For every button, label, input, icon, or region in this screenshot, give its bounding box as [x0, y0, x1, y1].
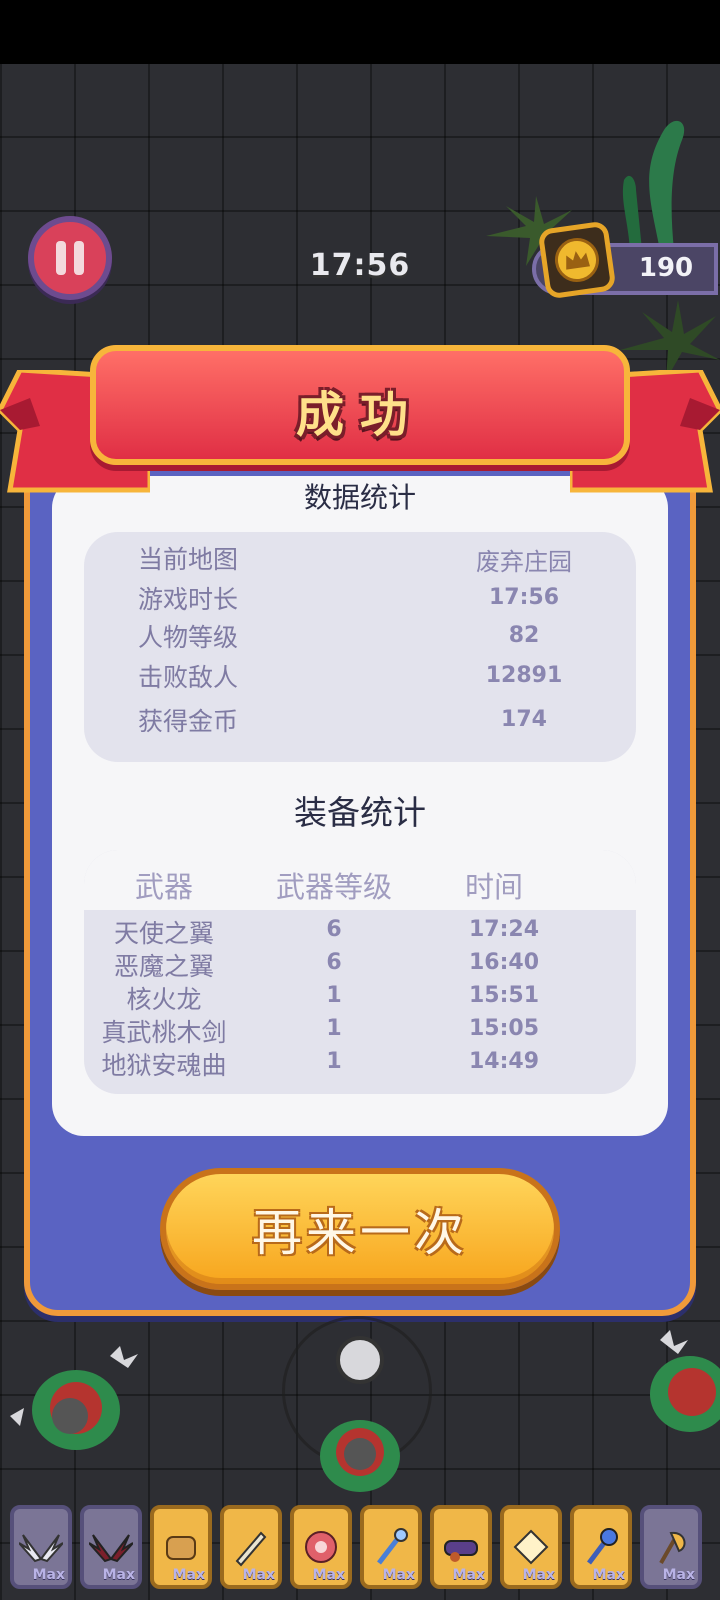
- pause-icon: [56, 241, 66, 275]
- player-character: [320, 1420, 400, 1492]
- stats-value: 17:56: [488, 585, 560, 610]
- plant-decoration: [622, 120, 685, 250]
- table-row: 天使之翼 6 17:24: [84, 914, 636, 948]
- weapon-time: 16:40: [468, 950, 540, 975]
- crown-coin-icon: [537, 220, 617, 300]
- weapon-name: 天使之翼: [113, 919, 214, 948]
- stats-label: 人物等级: [138, 623, 239, 652]
- axe-icon: [659, 1531, 686, 1564]
- pause-button[interactable]: [28, 216, 112, 300]
- stats-label: 游戏时长: [138, 585, 239, 614]
- requiem-disc-icon: [305, 1531, 337, 1563]
- staff-icon: [377, 1528, 408, 1565]
- stats-value: 174: [501, 707, 547, 732]
- header-weapon-level: 武器等级: [275, 870, 392, 904]
- fire-dragon-icon: [166, 1536, 196, 1560]
- stats-value: 12891: [485, 663, 563, 688]
- weapon-level: 1: [326, 1049, 342, 1074]
- status-bar: [0, 0, 720, 64]
- weapon-name: 真武桃木剑: [101, 1018, 227, 1047]
- enemy-character: [10, 1346, 138, 1450]
- table-row: 恶魔之翼 6 16:40: [84, 947, 636, 981]
- header-weapon: 武器: [134, 870, 193, 904]
- stats-row: 获得金币 174: [84, 702, 636, 742]
- item-slot[interactable]: Max: [360, 1505, 422, 1589]
- item-slot[interactable]: Max: [570, 1505, 632, 1589]
- angel-wings-icon: [19, 1534, 63, 1563]
- item-slot[interactable]: Max: [150, 1505, 212, 1589]
- stats-row: 人物等级 82: [84, 618, 636, 658]
- stats-row: 击败敌人 12891: [84, 658, 636, 698]
- stats-row: 当前地图 废弃庄园: [84, 540, 636, 580]
- table-row: 地狱安魂曲 1 14:49: [84, 1046, 636, 1080]
- weapon-time: 17:24: [468, 917, 540, 942]
- stats-label: 当前地图: [138, 545, 239, 574]
- weapon-name: 地狱安魂曲: [101, 1051, 227, 1080]
- stats-row: 游戏时长 17:56: [84, 580, 636, 620]
- item-slot[interactable]: Max: [10, 1505, 72, 1589]
- weapon-time: 14:49: [468, 1049, 540, 1074]
- weapon-name: 恶魔之翼: [113, 952, 214, 981]
- game-timer: 17:56: [309, 248, 411, 283]
- cannon-icon: [444, 1540, 478, 1562]
- stats-table: 当前地图 废弃庄园 游戏时长 17:56 人物等级 82 击败敌人 12891 …: [84, 532, 636, 762]
- weapon-time: 15:05: [468, 1016, 540, 1041]
- weapon-name: 核火龙: [126, 985, 202, 1014]
- leaf-decoration: [620, 300, 720, 380]
- weapon-time: 15:51: [468, 983, 540, 1008]
- stats-label: 获得金币: [138, 707, 239, 736]
- item-slot[interactable]: Max: [290, 1505, 352, 1589]
- item-slot[interactable]: Max: [80, 1505, 142, 1589]
- weapon-level: 6: [326, 917, 342, 942]
- table-row: 核火龙 1 15:51: [84, 980, 636, 1014]
- stats-label: 击败敌人: [138, 663, 239, 692]
- table-row: 真武桃木剑 1 15:05: [84, 1013, 636, 1047]
- peach-sword-icon: [235, 1531, 267, 1567]
- item-slot[interactable]: Max: [220, 1505, 282, 1589]
- result-title: 成功: [295, 387, 424, 443]
- scepter-icon: [587, 1528, 618, 1565]
- stats-value: 82: [508, 623, 540, 648]
- item-slot[interactable]: Max: [640, 1505, 702, 1589]
- demon-wings-icon: [89, 1534, 133, 1563]
- enemy-character: [650, 1330, 720, 1432]
- crystal-icon: [513, 1529, 549, 1565]
- weapon-level: 1: [326, 1016, 342, 1041]
- result-ribbon: 成功: [90, 345, 630, 465]
- equipment-table: 武器 武器等级 时间 天使之翼 6 17:24 恶魔之翼 6 16:40 核火龙…: [84, 850, 636, 1094]
- item-slot[interactable]: Max: [500, 1505, 562, 1589]
- item-slot[interactable]: Max: [430, 1505, 492, 1589]
- joystick-knob[interactable]: [336, 1336, 384, 1384]
- retry-button-label: 再来一次: [252, 1204, 468, 1262]
- header-time: 时间: [464, 870, 523, 904]
- coin-value: 190: [638, 253, 694, 283]
- stats-title: 数据统计: [303, 481, 416, 514]
- equip-title: 装备统计: [294, 793, 426, 832]
- weapon-level: 1: [326, 983, 342, 1008]
- stats-value: 废弃庄园: [476, 548, 572, 576]
- retry-button[interactable]: 再来一次: [160, 1168, 560, 1290]
- equipment-table-header: 武器 武器等级 时间: [84, 850, 636, 910]
- weapon-level: 6: [326, 950, 342, 975]
- equipment-bar: Max Max Max Max Max Max Max Max Max Max: [10, 1505, 710, 1595]
